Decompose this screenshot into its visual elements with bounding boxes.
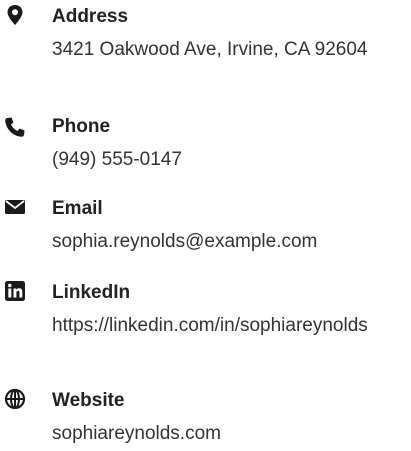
contact-info-list: Address 3421 Oakwood Ave, Irvine, CA 926… bbox=[0, 0, 411, 451]
linkedin-icon bbox=[4, 280, 26, 302]
address-value: 3421 Oakwood Ave, Irvine, CA 92604 bbox=[52, 39, 368, 60]
phone-icon bbox=[4, 116, 26, 138]
website-value[interactable]: sophiareynolds.com bbox=[52, 418, 392, 449]
website-label: Website bbox=[52, 390, 125, 411]
email-value: sophia.reynolds@example.com bbox=[52, 231, 318, 252]
map-marker-icon bbox=[4, 4, 26, 26]
phone-label: Phone bbox=[52, 116, 111, 137]
address-label: Address bbox=[52, 6, 129, 27]
globe-icon bbox=[4, 388, 26, 410]
envelope-icon bbox=[4, 196, 26, 218]
linkedin-label: LinkedIn bbox=[52, 282, 131, 303]
email-label: Email bbox=[52, 198, 103, 219]
linkedin-value[interactable]: https://linkedin.com/in/sophiareynolds bbox=[52, 310, 372, 341]
phone-value: (949) 555-0147 bbox=[52, 149, 182, 170]
